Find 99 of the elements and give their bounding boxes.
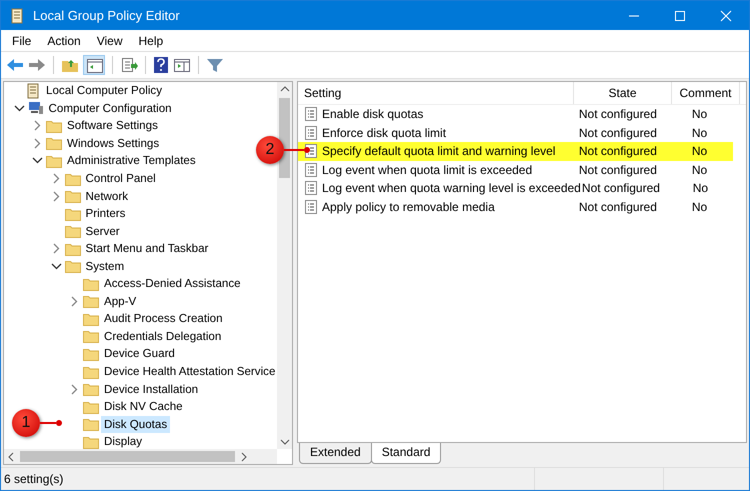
status-text: 6 setting(s): [3, 472, 64, 486]
help-icon[interactable]: [153, 56, 169, 74]
folder-icon: [83, 417, 99, 432]
comment-cell-text: No: [690, 126, 708, 140]
tree-item[interactable]: Access-Denied Assistance: [101, 275, 244, 292]
scroll-down-icon[interactable]: [280, 438, 290, 446]
filter-icon[interactable]: [206, 57, 224, 73]
menu-item[interactable]: Help: [130, 34, 172, 48]
folder-icon: [83, 346, 99, 361]
comment-cell-text: No: [692, 181, 710, 196]
folder-icon: [83, 364, 99, 379]
folder-up-icon[interactable]: [61, 57, 79, 73]
comment-cell-text: No: [690, 162, 708, 177]
column-header[interactable]: Setting: [298, 82, 574, 104]
view-tab[interactable]: Standard: [370, 443, 442, 464]
scroll-icon: [9, 6, 25, 24]
menu-item[interactable]: Action: [39, 34, 89, 48]
horizontal-scrollbar[interactable]: [4, 449, 277, 464]
column-header[interactable]: Comment: [672, 82, 740, 104]
scroll-right-icon[interactable]: [240, 452, 248, 462]
tree-item[interactable]: Printers: [82, 205, 128, 222]
tree-item[interactable]: Credentials Delegation: [101, 328, 224, 345]
tree-item[interactable]: App-V: [101, 292, 140, 310]
folder-icon: [83, 276, 99, 291]
chevron-right-icon[interactable]: [32, 120, 43, 132]
tree-item[interactable]: Device Guard: [101, 345, 178, 362]
tree-item[interactable]: Server: [82, 222, 123, 240]
folder-icon: [64, 189, 80, 204]
tree-item[interactable]: Disk Quotas: [101, 416, 170, 433]
setting-name[interactable]: Enforce disk quota limit: [322, 126, 446, 140]
computer-icon: [28, 101, 44, 116]
state-cell-text: Not configured: [578, 107, 658, 122]
tree-item[interactable]: Windows Settings: [64, 134, 162, 152]
scroll-icon: [25, 82, 41, 99]
column-header[interactable]: State: [574, 82, 672, 104]
tree-item[interactable]: Disk NV Cache: [101, 398, 186, 416]
state-cell-text: Not configured: [578, 162, 658, 177]
tree-item[interactable]: Device Installation: [101, 380, 202, 398]
folder-icon: [64, 242, 80, 256]
state-cell-text: Not configured: [578, 200, 658, 214]
menu-item[interactable]: File: [4, 34, 40, 48]
chevron-right-icon[interactable]: [32, 138, 43, 149]
setting-icon: [304, 200, 318, 214]
window-title: Local Group Policy Editor: [33, 8, 180, 23]
tree-item[interactable]: Start Menu and Taskbar: [82, 240, 212, 258]
menu-item[interactable]: View: [88, 34, 130, 48]
folder-icon: [83, 400, 99, 414]
state-cell-text: Not configured: [578, 144, 658, 158]
tree-item[interactable]: Display: [101, 433, 146, 449]
tree-item[interactable]: Administrative Templates: [64, 152, 199, 170]
properties-pane-icon[interactable]: [173, 57, 191, 73]
chevron-right-icon[interactable]: [69, 384, 80, 395]
tree-item[interactable]: Software Settings: [64, 117, 161, 134]
folder-icon: [64, 259, 80, 274]
setting-icon: [304, 126, 318, 140]
folder-icon: [64, 224, 80, 238]
export-list-icon[interactable]: [120, 57, 138, 73]
chevron-right-icon[interactable]: [50, 190, 62, 202]
folder-icon: [83, 382, 99, 396]
setting-name[interactable]: Enable disk quotas: [322, 107, 424, 122]
tree-item[interactable]: Control Panel: [82, 170, 159, 187]
folder-icon: [46, 118, 62, 133]
state-cell-text: Not configured: [578, 126, 658, 140]
scroll-left-icon[interactable]: [7, 452, 15, 462]
folder-icon: [83, 329, 99, 344]
setting-name[interactable]: Log event when quota warning level is exceeded: [322, 181, 581, 196]
setting-icon: [304, 107, 318, 122]
scroll-up-icon[interactable]: [280, 85, 290, 93]
setting-icon: [304, 181, 318, 196]
view-tab[interactable]: Extended: [299, 443, 372, 464]
setting-name[interactable]: Apply policy to removable media: [322, 200, 495, 214]
forward-arrow-icon[interactable]: [28, 57, 46, 73]
comment-cell-text: No: [690, 200, 708, 214]
folder-icon: [64, 172, 80, 186]
chevron-right-icon[interactable]: [69, 296, 80, 307]
chevron-down-icon[interactable]: [14, 102, 24, 114]
tree-pane-icon[interactable]: [83, 55, 105, 75]
scroll-thumb[interactable]: [279, 98, 290, 178]
chevron-down-icon[interactable]: [50, 260, 62, 272]
folder-icon: [46, 154, 62, 168]
folder-icon: [64, 206, 80, 221]
back-arrow-icon[interactable]: [6, 57, 24, 73]
tree-item[interactable]: Audit Process Creation: [101, 310, 226, 328]
setting-name[interactable]: Specify default quota limit and warning level: [322, 144, 556, 158]
comment-cell-text: No: [690, 144, 708, 158]
tree-item[interactable]: Network: [82, 188, 132, 205]
tree-item[interactable]: System: [82, 258, 128, 275]
folder-icon: [46, 136, 62, 150]
comment-cell-text: No: [690, 107, 708, 122]
chevron-right-icon[interactable]: [50, 243, 62, 254]
tree-item[interactable]: Computer Configuration: [46, 100, 175, 117]
chevron-right-icon[interactable]: [50, 173, 62, 184]
tree-item[interactable]: Device Health Attestation Service: [101, 363, 277, 380]
setting-name[interactable]: Log event when quota limit is exceeded: [322, 162, 532, 177]
folder-icon: [83, 294, 99, 308]
tree-item[interactable]: Local Computer Policy: [43, 82, 165, 100]
setting-icon: [304, 162, 318, 177]
vertical-scrollbar[interactable]: [277, 82, 292, 449]
folder-icon: [83, 312, 99, 326]
